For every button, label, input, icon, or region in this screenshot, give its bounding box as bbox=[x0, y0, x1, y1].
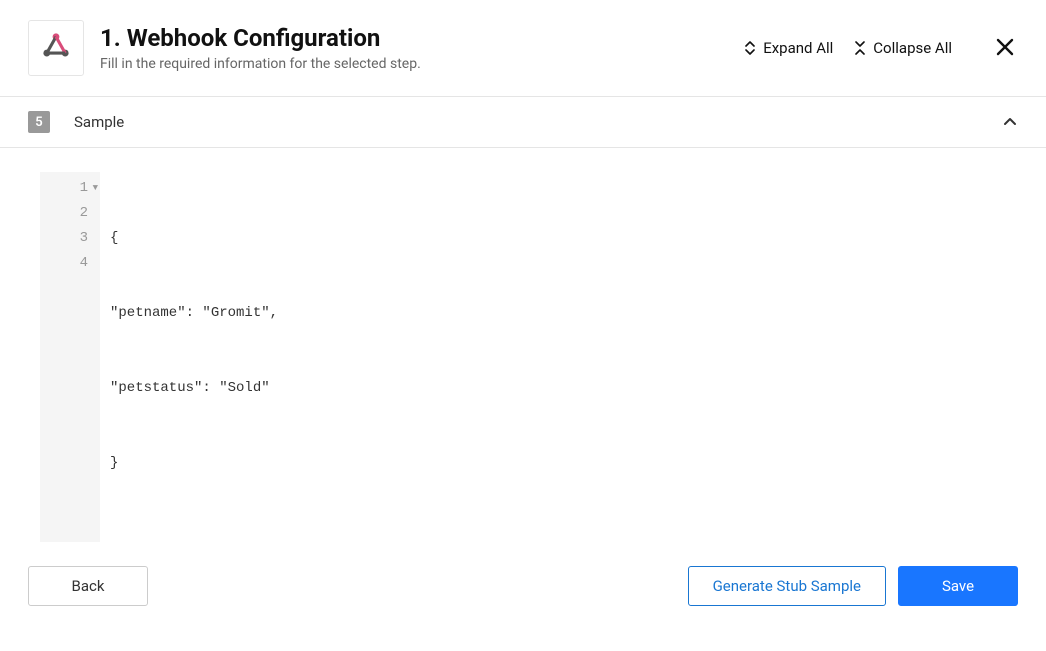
save-button[interactable]: Save bbox=[898, 566, 1018, 606]
collapse-icon bbox=[853, 41, 867, 55]
code-line: "petname": "Gromit", bbox=[110, 301, 278, 326]
line-number: 1▼ bbox=[48, 176, 88, 201]
webhook-icon bbox=[39, 29, 73, 67]
line-number: 2 bbox=[48, 201, 88, 226]
code-editor[interactable]: 1▼ 2 3 4 { "petname": "Gromit", "petstat… bbox=[40, 172, 1006, 542]
line-number: 4 bbox=[48, 251, 88, 276]
footer-actions: Back Generate Stub Sample Save bbox=[0, 542, 1046, 630]
expand-icon bbox=[743, 41, 757, 55]
code-content[interactable]: { "petname": "Gromit", "petstatus": "Sol… bbox=[100, 172, 288, 542]
chevron-up-icon bbox=[1002, 114, 1018, 130]
fold-marker-icon[interactable]: ▼ bbox=[93, 176, 98, 201]
header-actions: Expand All Collapse All bbox=[743, 34, 1018, 63]
code-gutter: 1▼ 2 3 4 bbox=[40, 172, 100, 542]
expand-all-label: Expand All bbox=[763, 39, 833, 57]
code-line: { bbox=[110, 226, 278, 251]
section-number-badge: 5 bbox=[28, 111, 50, 133]
close-icon bbox=[996, 44, 1014, 59]
page-header: 1. Webhook Configuration Fill in the req… bbox=[0, 0, 1046, 97]
line-number: 3 bbox=[48, 226, 88, 251]
expand-all-button[interactable]: Expand All bbox=[743, 39, 833, 57]
close-button[interactable] bbox=[992, 34, 1018, 63]
generate-stub-sample-button[interactable]: Generate Stub Sample bbox=[688, 566, 886, 606]
back-button[interactable]: Back bbox=[28, 566, 148, 606]
code-line: "petstatus": "Sold" bbox=[110, 376, 278, 401]
collapse-all-button[interactable]: Collapse All bbox=[853, 39, 952, 57]
section-title: Sample bbox=[74, 113, 1002, 131]
page-title: 1. Webhook Configuration bbox=[100, 24, 727, 52]
section-header-sample[interactable]: 5 Sample bbox=[0, 97, 1046, 148]
collapse-all-label: Collapse All bbox=[873, 39, 952, 57]
page-subtitle: Fill in the required information for the… bbox=[100, 56, 727, 72]
header-titles: 1. Webhook Configuration Fill in the req… bbox=[100, 24, 727, 72]
code-line: } bbox=[110, 451, 278, 476]
webhook-icon-box bbox=[28, 20, 84, 76]
